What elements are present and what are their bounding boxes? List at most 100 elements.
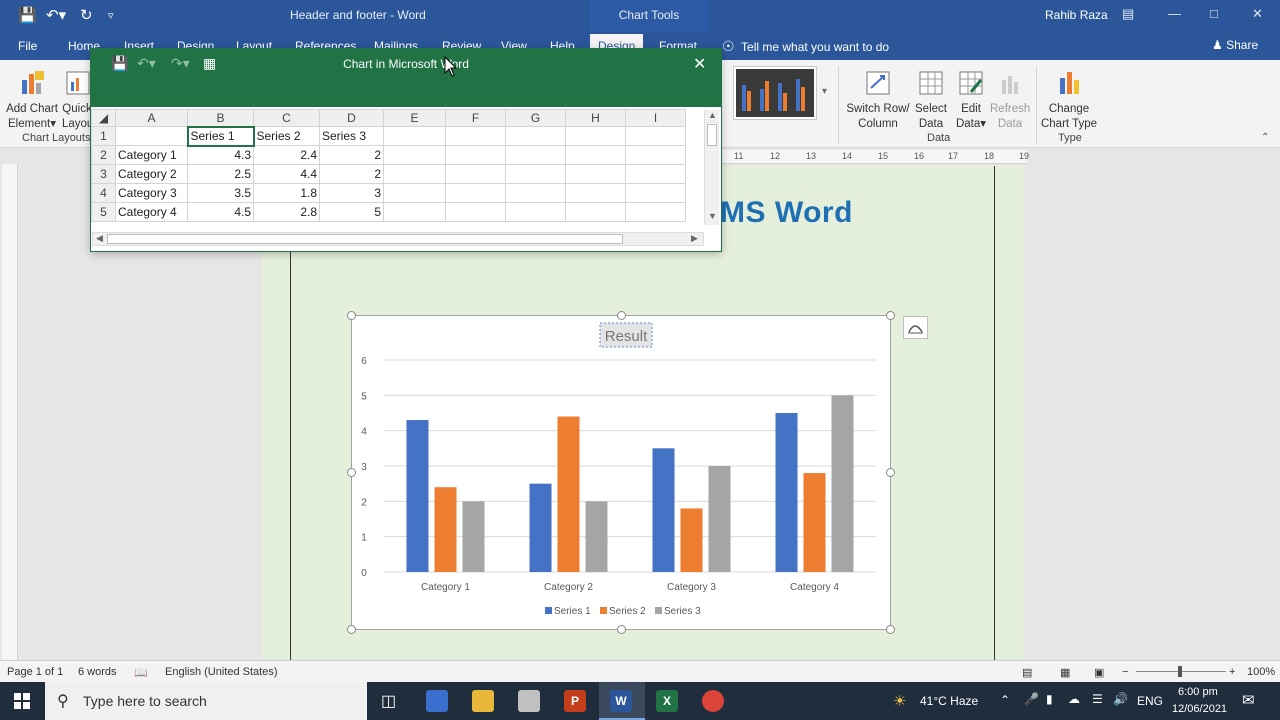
scroll-up-icon[interactable]: ▲ xyxy=(708,110,717,120)
select-data-button[interactable]: Select Data xyxy=(912,68,950,132)
cell[interactable] xyxy=(383,145,446,165)
microphone-icon[interactable]: 🎤 xyxy=(1024,692,1039,706)
cell[interactable]: 2.4 xyxy=(253,145,320,165)
resize-handle[interactable] xyxy=(617,311,626,320)
resize-handle[interactable] xyxy=(347,468,356,477)
row-header[interactable]: 3 xyxy=(91,164,116,184)
cell[interactable] xyxy=(445,126,506,146)
chrome-icon[interactable] xyxy=(702,690,724,712)
file-explorer-icon[interactable] xyxy=(472,690,494,712)
cell[interactable]: Category 1 xyxy=(115,145,188,165)
read-mode-icon[interactable]: ▤ xyxy=(1022,666,1032,679)
cell[interactable]: 3.5 xyxy=(187,183,254,203)
cell[interactable] xyxy=(445,183,506,203)
column-header[interactable]: G xyxy=(505,109,566,127)
cell[interactable] xyxy=(625,164,686,184)
battery-icon[interactable]: ▮ xyxy=(1046,692,1053,706)
word-count[interactable]: 6 words xyxy=(78,666,117,678)
show-hidden-icons-icon[interactable]: ⌃ xyxy=(1000,693,1010,707)
scrollbar-thumb[interactable] xyxy=(707,124,717,146)
volume-icon[interactable]: 🔊 xyxy=(1113,692,1128,706)
column-header[interactable]: H xyxy=(565,109,626,127)
column-header[interactable]: A xyxy=(115,109,188,127)
column-header[interactable]: D xyxy=(319,109,384,127)
customize-quick-access-icon[interactable]: ▿ xyxy=(108,9,114,22)
collapse-ribbon-icon[interactable]: ⌃ xyxy=(1261,132,1269,143)
cell[interactable]: Category 3 xyxy=(115,183,188,203)
cell[interactable] xyxy=(565,126,626,146)
cell[interactable] xyxy=(625,183,686,203)
ribbon-display-options-icon[interactable]: ▤ xyxy=(1122,6,1134,22)
select-all-corner[interactable]: ◢ xyxy=(91,109,116,127)
redo-icon[interactable]: ↻ xyxy=(80,6,93,24)
resize-handle[interactable] xyxy=(886,625,895,634)
cell[interactable] xyxy=(505,202,566,222)
tell-me-search[interactable]: ☉ Tell me what you want to do xyxy=(722,38,889,55)
cell[interactable]: 4.4 xyxy=(253,164,320,184)
cell[interactable] xyxy=(565,202,626,222)
cell[interactable]: Category 2 xyxy=(115,164,188,184)
switch-row-column-button[interactable]: Switch Row/ Column xyxy=(844,68,912,132)
paint-icon[interactable] xyxy=(518,690,540,712)
cell[interactable]: 2 xyxy=(319,164,384,184)
print-layout-icon[interactable]: ▦ xyxy=(1060,666,1070,679)
close-window-icon[interactable]: ✕ xyxy=(1252,6,1263,22)
cell[interactable]: 3 xyxy=(319,183,384,203)
page-count[interactable]: Page 1 of 1 xyxy=(7,666,63,678)
weather-text[interactable]: 41°C Haze xyxy=(920,694,978,708)
refresh-data-button[interactable]: Refresh Data xyxy=(990,68,1030,132)
chart-object[interactable]: 0 1 2 3 4 5 6 Category 1 Category 2 Category 3 Cat… xyxy=(347,311,895,634)
clock-time[interactable]: 6:00 pm xyxy=(1178,686,1218,698)
resize-handle[interactable] xyxy=(347,311,356,320)
cell[interactable] xyxy=(625,145,686,165)
cell[interactable] xyxy=(445,164,506,184)
onedrive-icon[interactable]: ☁ xyxy=(1068,692,1080,706)
cell[interactable]: 4.5 xyxy=(187,202,254,222)
windows-start-icon[interactable] xyxy=(14,693,30,709)
layout-options-button[interactable] xyxy=(903,316,928,339)
chart-data-window-titlebar[interactable]: 💾 ↶▾ ↷▾ ▦ Chart in Microsoft Word ✕ xyxy=(91,49,721,107)
scroll-left-icon[interactable]: ◀ xyxy=(96,233,103,244)
share-button[interactable]: ♟ Share xyxy=(1212,38,1258,52)
resize-handle[interactable] xyxy=(886,311,895,320)
cell[interactable]: 5 xyxy=(319,202,384,222)
quick-layout-button[interactable]: Quick Layout xyxy=(62,68,97,132)
resize-handle[interactable] xyxy=(886,468,895,477)
chart-data-window[interactable]: 💾 ↶▾ ↷▾ ▦ Chart in Microsoft Word ✕ ◢ A … xyxy=(90,48,722,252)
cell[interactable]: Series 1 xyxy=(186,125,255,147)
web-layout-icon[interactable]: ▣ xyxy=(1094,666,1104,679)
edit-data-button[interactable]: Edit Data▾ xyxy=(952,68,990,132)
zoom-level[interactable]: 100% xyxy=(1247,666,1275,678)
cell[interactable] xyxy=(383,126,446,146)
bar-chart[interactable]: 0 1 2 3 4 5 6 Category 1 Category 2 Category 3 Cat… xyxy=(352,316,890,629)
vertical-scrollbar[interactable]: ▲ ▼ xyxy=(704,110,719,225)
cell[interactable] xyxy=(565,183,626,203)
input-language[interactable]: ENG xyxy=(1137,694,1163,708)
resize-handle[interactable] xyxy=(617,625,626,634)
column-header[interactable]: I xyxy=(625,109,686,127)
column-header[interactable]: C xyxy=(253,109,320,127)
control-panel-icon[interactable] xyxy=(426,690,448,712)
save-icon[interactable]: 💾 xyxy=(18,6,37,24)
task-view-icon[interactable]: ◫ xyxy=(381,691,396,711)
row-header[interactable]: 4 xyxy=(91,183,116,203)
gallery-scroll-icon[interactable]: ▾ xyxy=(822,86,827,97)
taskbar-search[interactable]: ⚲ Type here to search xyxy=(45,682,367,720)
excel-icon[interactable]: X xyxy=(656,690,678,712)
document-heading[interactable]: MS Word xyxy=(720,196,853,230)
chart-title[interactable]: Result xyxy=(605,328,648,345)
scroll-down-icon[interactable]: ▼ xyxy=(708,211,717,221)
cell[interactable] xyxy=(383,164,446,184)
cell[interactable] xyxy=(565,164,626,184)
add-chart-element-button[interactable]: Add Chart Element▾ xyxy=(4,68,60,132)
user-name[interactable]: Rahib Raza xyxy=(1045,8,1108,22)
tab-file[interactable]: File xyxy=(18,39,37,53)
weather-icon[interactable]: ☀ xyxy=(893,692,906,710)
chart-style-gallery[interactable] xyxy=(733,66,817,120)
cell[interactable] xyxy=(625,126,686,146)
resize-handle[interactable] xyxy=(347,625,356,634)
cell[interactable]: 2.5 xyxy=(187,164,254,184)
cell[interactable]: 1.8 xyxy=(253,183,320,203)
proofing-icon[interactable]: 📖 xyxy=(134,666,148,679)
cell[interactable] xyxy=(625,202,686,222)
